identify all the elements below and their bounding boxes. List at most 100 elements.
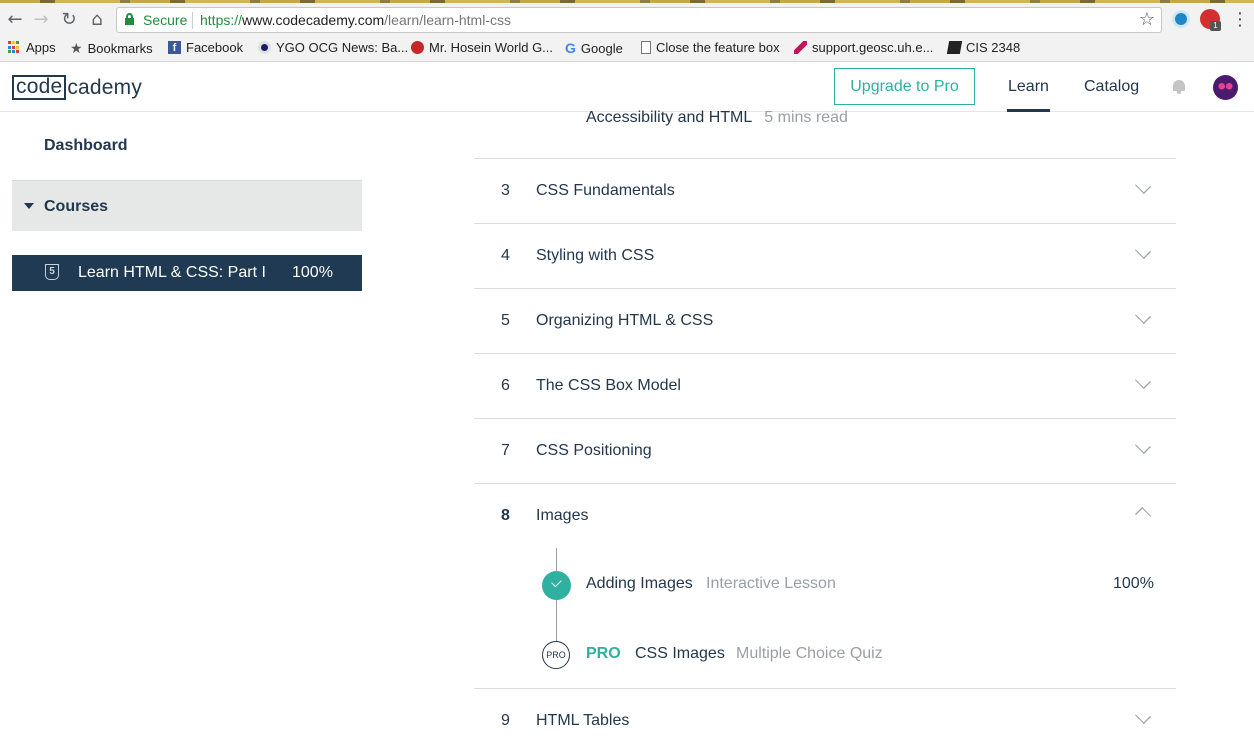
star-icon: ★	[70, 40, 83, 56]
apps-grid-icon	[8, 41, 21, 54]
bookmark-label: Mr. Hosein World G...	[429, 40, 554, 55]
unit-number: 4	[501, 247, 510, 264]
chevron-down-icon[interactable]	[1136, 441, 1152, 457]
bookmark-bookmarks[interactable]: ★ Bookmarks	[70, 40, 153, 57]
bookmark-label: Close the feature box	[656, 40, 780, 55]
reload-icon[interactable]: ↻	[58, 9, 80, 31]
unit-title: Organizing HTML & CSS	[536, 312, 714, 329]
unit-title: CSS Positioning	[536, 442, 652, 459]
unit-title: CSS Fundamentals	[536, 182, 675, 199]
html5-icon: 5	[45, 264, 59, 280]
lesson-type: Interactive Lesson	[706, 575, 836, 592]
site-icon	[258, 41, 271, 54]
sidebar-item-courses[interactable]: Courses	[12, 180, 362, 231]
bookmark-label: Google	[580, 40, 623, 56]
bookmark-star-icon[interactable]: ☆	[1139, 9, 1155, 30]
nav-learn[interactable]: Learn	[1008, 78, 1049, 96]
unit-number: 3	[501, 182, 510, 199]
lesson-item[interactable]: Accessibility and HTML 5 mins read	[586, 109, 848, 127]
lesson-meta: 5 mins read	[764, 109, 848, 126]
chevron-down-icon[interactable]	[1136, 246, 1152, 262]
codecademy-logo[interactable]: code cademy	[12, 75, 142, 100]
url-scheme: https://	[200, 12, 243, 28]
lesson-progress: 100%	[1113, 575, 1154, 592]
google-icon: G	[565, 40, 576, 56]
chevron-down-icon[interactable]	[1136, 311, 1152, 327]
avatar[interactable]	[1213, 75, 1238, 100]
chevron-down-icon[interactable]	[1136, 376, 1152, 392]
progress-timeline	[556, 548, 557, 656]
bookmark-google[interactable]: G Google	[565, 40, 623, 56]
bookmark-cis[interactable]: CIS 2348	[946, 40, 1021, 55]
back-icon[interactable]: ←	[4, 9, 26, 31]
nav-active-indicator	[1007, 109, 1050, 112]
bookmark-label: CIS 2348	[966, 40, 1021, 55]
unit-row[interactable]: 6 The CSS Box Model	[474, 353, 1176, 418]
site-header: code cademy Upgrade to Pro Learn Catalog	[0, 62, 1254, 112]
logo-rest-text: cademy	[67, 75, 143, 99]
secure-label: Secure	[143, 12, 188, 28]
unit-number: 6	[501, 377, 510, 394]
bookmark-ygo[interactable]: YGO OCG News: Ba...	[258, 40, 408, 55]
chevron-down-icon[interactable]	[1136, 181, 1152, 197]
browser-toolbar: ← → ↻ ⌂ Secure https://www.codecademy.co…	[0, 0, 1254, 62]
sidebar-item-dashboard[interactable]: Dashboard	[44, 137, 128, 155]
url-divider	[192, 12, 193, 29]
extension-icon[interactable]	[1172, 10, 1190, 28]
bookmark-support[interactable]: support.geosc.uh.e...	[794, 40, 933, 55]
sidebar-item-label: Courses	[44, 198, 109, 215]
unit-row[interactable]: 3 CSS Fundamentals	[474, 158, 1176, 223]
tab-strip-edge	[0, 0, 1254, 3]
unit-title: HTML Tables	[536, 712, 630, 729]
bookmark-label: YGO OCG News: Ba...	[276, 40, 409, 55]
home-icon[interactable]: ⌂	[86, 9, 108, 31]
bell-icon[interactable]	[1172, 80, 1186, 94]
facebook-icon: f	[168, 41, 181, 54]
browser-menu-icon[interactable]: ⋮	[1231, 9, 1249, 30]
lesson-type: Multiple Choice Quiz	[736, 645, 883, 662]
unit-number: 5	[501, 312, 510, 329]
unit-row[interactable]: 4 Styling with CSS	[474, 223, 1176, 288]
pro-badge: PRO	[586, 645, 621, 662]
upgrade-to-pro-button[interactable]: Upgrade to Pro	[834, 68, 975, 105]
bookmark-facebook[interactable]: f Facebook	[168, 40, 243, 55]
bookmark-label: Facebook	[186, 40, 244, 55]
unit-row[interactable]: 7 CSS Positioning	[474, 418, 1176, 483]
unit-number: 8	[501, 507, 510, 524]
bookmark-label: Apps	[26, 40, 56, 55]
course-title: Learn HTML & CSS: Part I	[78, 264, 266, 281]
address-bar[interactable]: Secure https://www.codecademy.com/learn/…	[116, 7, 1162, 33]
bookmarks-bar: Apps ★ Bookmarks f Facebook YGO OCG News…	[0, 36, 1254, 61]
unit-title: Styling with CSS	[536, 247, 655, 264]
sidebar-course-item[interactable]: 5 Learn HTML & CSS: Part I 100%	[12, 255, 362, 291]
apple-icon	[411, 41, 424, 54]
lock-icon	[125, 13, 134, 25]
url-host: www.codecademy.com	[242, 12, 385, 28]
course-progress: 100%	[292, 264, 333, 281]
url-path: /learn/learn-html-css	[384, 12, 511, 28]
chevron-down-icon[interactable]	[1136, 711, 1152, 727]
page-icon	[641, 41, 651, 54]
unit-title: The CSS Box Model	[536, 377, 681, 394]
forward-icon[interactable]: →	[30, 9, 52, 31]
logo-boxed-text: code	[12, 75, 67, 100]
lesson-title[interactable]: Adding Images	[586, 575, 693, 593]
bookmark-hosein[interactable]: Mr. Hosein World G...	[411, 40, 553, 55]
book-icon	[946, 41, 963, 54]
bookmark-label: support.geosc.uh.e...	[812, 40, 934, 55]
lesson-title[interactable]: CSS Images	[635, 645, 725, 663]
unit-row-expanded[interactable]: 8 Images	[474, 483, 1176, 548]
unit-row[interactable]: 5 Organizing HTML & CSS	[474, 288, 1176, 353]
unit-number: 9	[501, 712, 510, 729]
chevron-up-icon[interactable]	[1136, 506, 1152, 522]
nav-catalog[interactable]: Catalog	[1084, 78, 1139, 96]
unit-number: 7	[501, 442, 510, 459]
extension-badge: 1	[1210, 21, 1221, 31]
caret-down-icon	[24, 203, 34, 209]
bookmark-apps[interactable]: Apps	[8, 40, 56, 55]
bookmark-close-feature[interactable]: Close the feature box	[641, 40, 780, 55]
check-icon	[542, 571, 571, 600]
unit-row[interactable]: 9 HTML Tables	[474, 688, 1176, 753]
url-text[interactable]: https://www.codecademy.com/learn/learn-h…	[200, 12, 511, 28]
unit-title: Images	[536, 507, 589, 524]
